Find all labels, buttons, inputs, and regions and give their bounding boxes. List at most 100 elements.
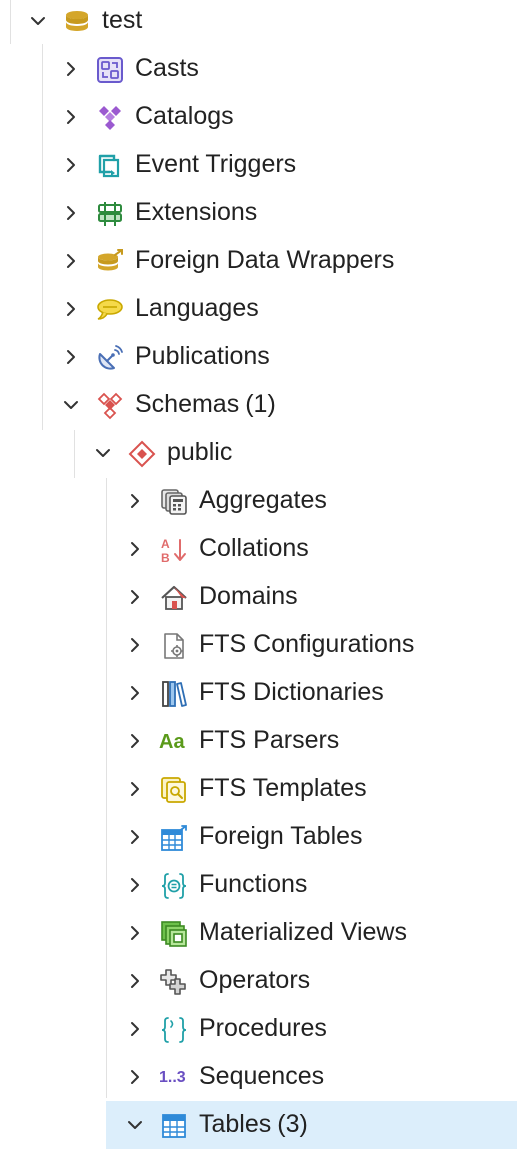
tree-node-sequences[interactable]: 1..3 Sequences [0,1053,517,1101]
tree-node-event-triggers[interactable]: Event Triggers [0,141,517,189]
materialized-views-icon [159,919,189,949]
chevron-down-icon[interactable] [59,393,83,417]
chevron-right-icon[interactable] [123,969,147,993]
tree-node-tables[interactable]: Tables (3) [106,1101,517,1149]
tree-node-aggregates[interactable]: Aggregates [0,477,517,525]
chevron-right-icon[interactable] [59,297,83,321]
chevron-right-icon[interactable] [123,633,147,657]
tree-node-publications[interactable]: Publications [0,333,517,381]
tree-node-database-test[interactable]: test [0,0,517,45]
svg-text:A: A [161,537,170,551]
chevron-down-icon[interactable] [123,1113,147,1137]
tree-node-label: Foreign Tables [199,822,363,850]
chevron-right-icon[interactable] [123,1065,147,1089]
chevron-right-icon[interactable] [123,729,147,753]
tree-node-domains[interactable]: Domains [0,573,517,621]
tree-node-label: Aggregates [199,486,327,514]
chevron-right-icon[interactable] [123,873,147,897]
tree-node-label: FTS Parsers [199,726,340,754]
tree-node-catalogs[interactable]: Catalogs [0,93,517,141]
event-triggers-icon [95,151,125,181]
chevron-down-icon[interactable] [26,9,50,33]
tree-node-label: FTS Configurations [199,630,415,658]
svg-text:B: B [161,551,170,564]
tree-node-label-text: Tables [199,1110,272,1138]
tree-node-label: FTS Dictionaries [199,678,384,706]
tables-icon [159,1111,189,1141]
tree-node-fts-templates[interactable]: FTS Templates [0,765,517,813]
tree-node-label: Extensions [135,198,258,226]
fts-parsers-glyph: Aa [159,730,185,753]
tree-node-label: Event Triggers [135,150,297,178]
tree-node-label: Sequences [199,1062,325,1090]
schema-icon [127,439,157,469]
database-icon [62,7,92,37]
tree-node-label: Foreign Data Wrappers [135,246,395,274]
procedures-icon [159,1015,189,1045]
aggregates-icon [159,487,189,517]
tree-node-label: test [102,6,143,34]
tree-node-schemas[interactable]: Schemas (1) [0,381,517,429]
chevron-right-icon[interactable] [123,489,147,513]
foreign-tables-icon [159,823,189,853]
tree-node-label: public [167,438,233,466]
tree-node-label: Domains [199,582,298,610]
tree-node-languages[interactable]: Languages [0,285,517,333]
chevron-right-icon[interactable] [123,1017,147,1041]
tree-node-label: Procedures [199,1014,327,1042]
tree-node-count: (3) [277,1110,308,1138]
domains-icon [159,583,189,613]
tree-node-operators[interactable]: Operators [0,957,517,1005]
functions-icon [159,871,189,901]
chevron-right-icon[interactable] [59,105,83,129]
tree-node-label-text: Schemas [135,390,240,418]
chevron-down-icon[interactable] [91,441,115,465]
chevron-right-icon[interactable] [59,153,83,177]
tree-node-fts-configurations[interactable]: FTS Configurations [0,621,517,669]
tree-node-count: (1) [245,390,276,418]
fts-parsers-icon: Aa [159,727,189,757]
foreign-data-wrappers-icon [95,247,125,277]
collations-icon: A B [159,535,189,565]
tree-node-label: Collations [199,534,309,562]
tree-node-fts-parsers[interactable]: Aa FTS Parsers [0,717,517,765]
chevron-right-icon[interactable] [123,921,147,945]
tree-node-casts[interactable]: Casts [0,45,517,93]
tree-node-label: Tables (3) [199,1101,308,1149]
tree-node-extensions[interactable]: Extensions [0,189,517,237]
tree-node-foreign-data-wrappers[interactable]: Foreign Data Wrappers [0,237,517,285]
chevron-right-icon[interactable] [59,57,83,81]
operators-icon [159,967,189,997]
chevron-right-icon[interactable] [123,537,147,561]
tree-node-fts-dictionaries[interactable]: FTS Dictionaries [0,669,517,717]
sequences-icon: 1..3 [159,1063,189,1093]
schemas-icon [95,391,125,421]
chevron-right-icon[interactable] [123,585,147,609]
tree-node-foreign-tables[interactable]: Foreign Tables [0,813,517,861]
tree-node-label: Publications [135,342,270,370]
chevron-right-icon[interactable] [123,825,147,849]
fts-dictionaries-icon [159,679,189,709]
fts-templates-icon [159,775,189,805]
tree-node-label: Functions [199,870,308,898]
tree-node-label: FTS Templates [199,774,367,802]
tree-node-label: Casts [135,54,199,82]
tree-node-collations[interactable]: A B Collations [0,525,517,573]
chevron-right-icon[interactable] [59,201,83,225]
sequences-glyph: 1..3 [159,1069,186,1086]
extensions-icon [95,199,125,229]
casts-icon [95,55,125,85]
chevron-right-icon[interactable] [123,777,147,801]
chevron-right-icon[interactable] [59,249,83,273]
tree-node-schema-public[interactable]: public [0,429,517,477]
publications-icon [95,343,125,373]
fts-configurations-icon [159,631,189,661]
tree-node-procedures[interactable]: Procedures [0,1005,517,1053]
languages-icon [95,295,125,325]
tree-node-label: Materialized Views [199,918,407,946]
chevron-right-icon[interactable] [59,345,83,369]
tree-node-functions[interactable]: Functions [0,861,517,909]
tree-node-materialized-views[interactable]: Materialized Views [0,909,517,957]
object-explorer-tree: test Casts Catalogs Event Triggers Exten… [0,0,517,1149]
chevron-right-icon[interactable] [123,681,147,705]
